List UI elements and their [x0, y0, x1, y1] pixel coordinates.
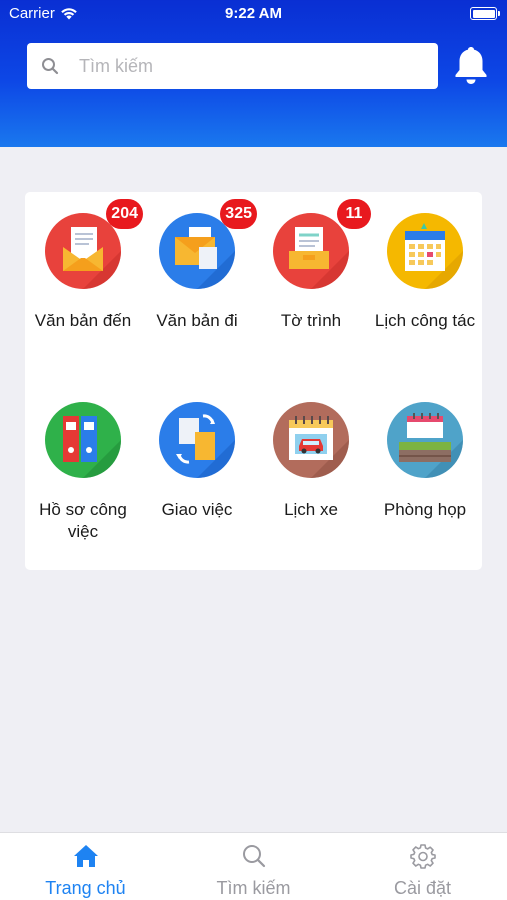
module-label: Giao việc — [161, 500, 233, 519]
module-label: Phòng họp — [383, 500, 467, 519]
tab-search[interactable]: Tìm kiếm — [169, 833, 338, 900]
search-icon — [242, 845, 265, 868]
search-icon — [42, 58, 59, 75]
tab-label: Trang chủ — [45, 878, 126, 898]
count-badge: 11 — [337, 199, 371, 229]
calendar-icon — [387, 213, 463, 289]
tab-settings[interactable]: Cài đặt — [338, 833, 507, 900]
status-bar: Carrier 9:22 AM — [0, 0, 507, 28]
count-badge: 204 — [106, 199, 143, 229]
search-bar[interactable] — [27, 43, 438, 89]
battery-icon — [470, 7, 500, 20]
car-schedule-icon — [273, 402, 349, 478]
module-lich-xe[interactable]: Lịch xe — [254, 402, 368, 521]
module-label: Lịch xe — [284, 500, 338, 519]
meeting-room-icon — [387, 402, 463, 478]
module-label: Lịch công tác — [374, 311, 476, 330]
module-label: Văn bản đi — [156, 311, 238, 330]
tab-home[interactable]: Trang chủ — [1, 833, 170, 900]
module-ho-so-cong-viec[interactable]: Hồ sơ công việc — [26, 402, 140, 543]
module-label: Tờ trình — [280, 311, 342, 330]
tab-label: Cài đặt — [393, 878, 452, 898]
assign-task-icon — [159, 402, 235, 478]
module-to-trinh[interactable]: 11 Tờ trình — [254, 199, 371, 332]
bell-icon[interactable] — [452, 44, 490, 86]
count-badge: 325 — [220, 199, 257, 229]
gear-icon — [409, 844, 436, 869]
tab-label: Tìm kiếm — [216, 878, 291, 898]
proposal-document-icon — [273, 213, 349, 289]
search-input[interactable] — [79, 55, 399, 77]
home-icon — [73, 845, 98, 867]
module-giao-viec[interactable]: Giao việc — [140, 402, 254, 521]
module-van-ban-den[interactable]: 204 Văn bản đến — [26, 199, 143, 332]
header: Carrier 9:22 AM — [0, 0, 507, 147]
status-time: 9:22 AM — [225, 5, 282, 22]
module-label: Hồ sơ công việc — [39, 500, 127, 541]
module-lich-cong-tac[interactable]: Lịch công tác — [368, 213, 482, 332]
module-grid: 204 Văn bản đến 325 Văn bản đi 11 Tờ trì… — [25, 192, 482, 570]
module-van-ban-di[interactable]: 325 Văn bản đi — [140, 199, 257, 332]
binders-icon — [45, 402, 121, 478]
tab-bar: Trang chủ Tìm kiếm Cài đặt — [0, 832, 507, 900]
module-phong-hop[interactable]: Phòng họp — [368, 402, 482, 521]
module-label: Văn bản đến — [34, 311, 132, 330]
